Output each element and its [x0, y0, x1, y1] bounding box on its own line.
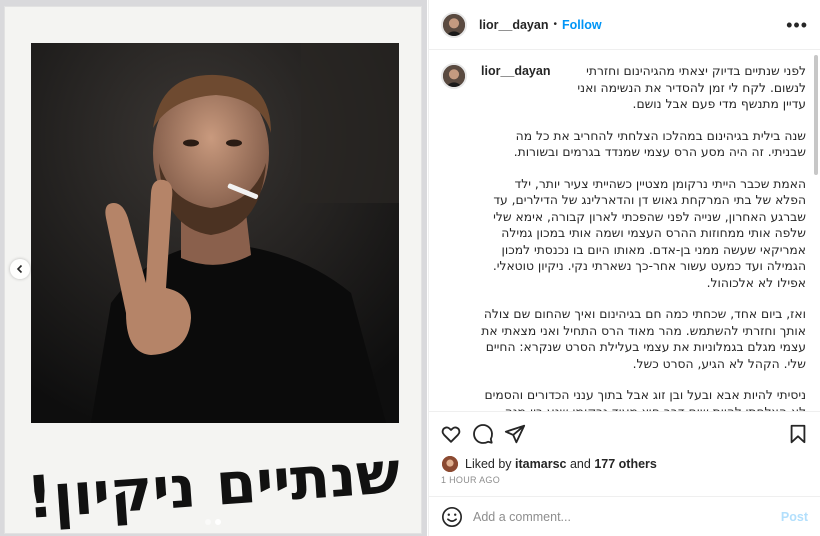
carousel-dot [205, 519, 211, 525]
avatar[interactable] [441, 11, 467, 38]
portrait-image [31, 43, 399, 423]
caption-scroll-area[interactable]: lior__dayan לפני שנתיים בדיוק יצאתי מהגי… [429, 51, 820, 411]
emoji-icon[interactable] [441, 506, 463, 528]
caption-scrollbar[interactable] [814, 55, 818, 175]
caption-username[interactable]: lior__dayan [481, 63, 550, 80]
caption-avatar[interactable] [441, 63, 467, 89]
caption-paragraph: ניסיתי להיות אבא ובעל ובן זוג אבל בתוך ע… [484, 388, 806, 411]
like-button[interactable] [439, 422, 463, 446]
caption-paragraph: ואז, ביום אחד, שכחתי כמה חם בגיהינום ואי… [481, 307, 806, 371]
action-bar [429, 411, 820, 455]
handwritten-text: שנתיים ניקיון! [24, 438, 402, 532]
likes-count[interactable]: 177 others [594, 457, 657, 471]
save-button[interactable] [786, 422, 810, 446]
separator-dot: • [553, 19, 557, 30]
post-comment-button[interactable]: Post [781, 510, 808, 524]
likes-connector: and [569, 457, 591, 471]
share-icon [504, 424, 526, 443]
comment-button[interactable] [471, 422, 495, 446]
caption-paragraph: האמת שכבר הייתי נרקומן מצטיין כשהייתי צע… [492, 176, 806, 290]
likes-summary: Liked by itamarsc and 177 others [441, 455, 657, 473]
post-details-panel: lior__dayan • Follow ••• lior__dayan לפנ… [428, 0, 820, 536]
liker-avatar[interactable] [441, 455, 459, 473]
comment-icon [473, 423, 493, 444]
post-header: lior__dayan • Follow ••• [429, 0, 820, 50]
polaroid-frame: שנתיים ניקיון! [4, 6, 422, 534]
post-media[interactable]: שנתיים ניקיון! [0, 0, 427, 536]
comment-bar: Post [429, 496, 820, 536]
caption-paragraph: שנה בילית בגיהינום במהלכו הצלחתי להחריב … [513, 128, 806, 160]
carousel-indicator [205, 519, 221, 525]
likes-prefix: Liked by [465, 457, 512, 471]
heart-icon [441, 426, 461, 443]
caption-body: lior__dayan לפני שנתיים בדיוק יצאתי מהגי… [481, 63, 806, 411]
share-button[interactable] [503, 422, 527, 446]
post-photo [31, 43, 399, 423]
bookmark-icon [790, 424, 806, 443]
carousel-dot-active [215, 519, 221, 525]
post-username[interactable]: lior__dayan [479, 18, 548, 32]
post-timestamp[interactable]: 1 HOUR AGO [441, 475, 500, 485]
follow-button[interactable]: Follow [562, 18, 602, 32]
liker-username[interactable]: itamarsc [515, 457, 566, 471]
caption-first-line: lior__dayan לפני שנתיים בדיוק יצאתי מהגי… [481, 63, 806, 113]
more-options-icon[interactable]: ••• [786, 16, 808, 34]
chevron-left-icon [16, 264, 23, 274]
comment-input[interactable] [473, 509, 781, 524]
caption-text-intro: לפני שנתיים בדיוק יצאתי מהגיהינום וחזרתי… [577, 64, 806, 111]
carousel-prev-button[interactable] [10, 259, 30, 279]
caption-row: lior__dayan לפני שנתיים בדיוק יצאתי מהגי… [441, 63, 806, 411]
